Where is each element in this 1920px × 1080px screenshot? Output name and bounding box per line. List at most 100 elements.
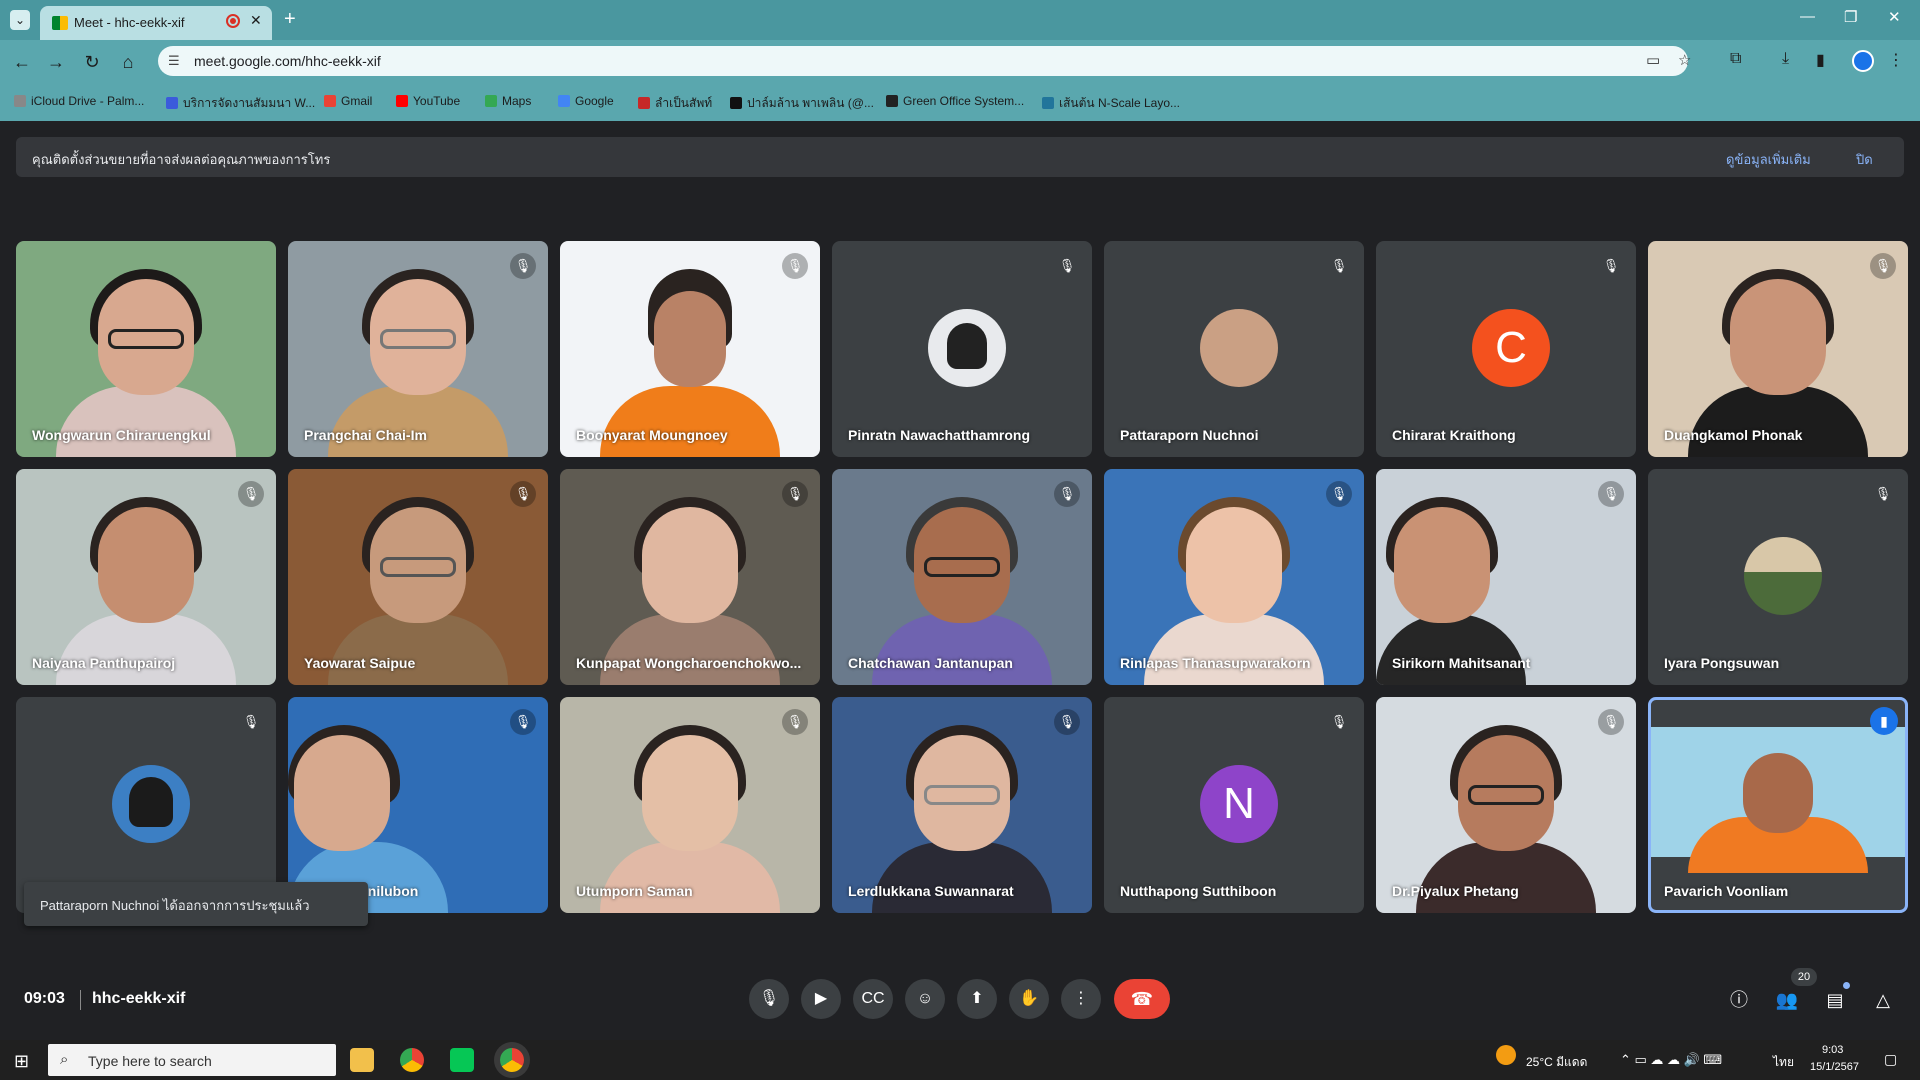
video-body: [328, 614, 508, 685]
tab-meet[interactable]: Meet - hhc-eekk-xif ✕: [40, 6, 272, 40]
participant-tile[interactable]: 🎙 Chatchawan Jantanupan: [832, 469, 1092, 685]
speaking-indicator-icon: ▮: [1870, 707, 1898, 735]
activities-icon[interactable]: △: [1869, 986, 1897, 1014]
side-panel-icon[interactable]: ▮: [1816, 50, 1825, 70]
participant-name: Nutthapong Sutthiboon: [1120, 883, 1277, 899]
participant-tile[interactable]: 🎙 Utumporn Saman: [560, 697, 820, 913]
bookmark-item[interactable]: iCloud Drive - Palm...: [14, 94, 144, 108]
more-options-button[interactable]: ⋮: [1061, 979, 1101, 1019]
notification-icon[interactable]: ▢: [1884, 1051, 1897, 1068]
tab-search-button[interactable]: ⌄: [10, 10, 30, 30]
bookmark-item[interactable]: ลำเป็นสัพท์: [638, 94, 712, 113]
reload-button[interactable]: ↻: [80, 50, 104, 74]
participant-tile[interactable]: 🎙 Pattaraporn Nuchnoi: [1104, 241, 1364, 457]
participant-name: Utumporn Saman: [576, 883, 693, 899]
bookmark-item[interactable]: YouTube: [396, 94, 460, 108]
participant-name: Prangchai Chai-Im: [304, 427, 427, 443]
bookmark-item[interactable]: Gmail: [324, 94, 372, 108]
meeting-info-icon[interactable]: ⓘ: [1725, 986, 1753, 1014]
bookmark-item[interactable]: Google: [558, 94, 614, 108]
tab-close-icon[interactable]: ✕: [250, 12, 262, 29]
camera-in-use-icon[interactable]: ▭: [1646, 51, 1660, 69]
participant-count-badge: 20: [1791, 968, 1817, 986]
bookmark-item[interactable]: บริการจัดงานสัมมนา W...: [166, 94, 315, 113]
emoji-reaction-button[interactable]: ☺: [905, 979, 945, 1019]
forward-button[interactable]: →: [44, 50, 68, 74]
profile-avatar[interactable]: [1852, 50, 1874, 72]
clock-time[interactable]: 9:03: [1822, 1044, 1843, 1056]
chrome-icon[interactable]: [400, 1048, 424, 1072]
clock-date[interactable]: 15/1/2567: [1810, 1061, 1859, 1073]
menu-kebab-icon[interactable]: ⋮: [1888, 50, 1904, 70]
mic-off-icon: 🎙: [1054, 709, 1080, 735]
participant-tile[interactable]: 🎙 Iyara Pongsuwan: [1648, 469, 1908, 685]
participant-tile[interactable]: 🎙 Naiyana Panthupairoj: [16, 469, 276, 685]
participant-tile[interactable]: 🎙 Kunpapat Wongcharoenchokwo...: [560, 469, 820, 685]
video-body: [1144, 614, 1324, 685]
banner-learn-more-link[interactable]: ดูข้อมูลเพิ่มเติม: [1726, 149, 1811, 170]
site-info-icon[interactable]: ☰: [168, 53, 180, 69]
banner-close-link[interactable]: ปิด: [1856, 149, 1873, 170]
chat-icon[interactable]: ▤: [1821, 986, 1849, 1014]
file-explorer-icon[interactable]: [350, 1048, 374, 1072]
minimize-button[interactable]: —: [1800, 8, 1815, 25]
tray-icons[interactable]: ⌃ ▭ ☁ ☁ 🔊 ⌨: [1620, 1052, 1722, 1068]
participant-tile[interactable]: 🎙 Pinratn Nawachatthamrong: [832, 241, 1092, 457]
captions-button[interactable]: CC: [853, 979, 893, 1019]
bookmark-item[interactable]: เส้นต้น N-Scale Layo...: [1042, 94, 1180, 113]
participant-tile[interactable]: 🎙 Duangkamol Phonak: [1648, 241, 1908, 457]
participant-tile[interactable]: 🎙 Boonyarat Moungnoey: [560, 241, 820, 457]
back-button[interactable]: ←: [10, 50, 34, 74]
line-app-icon[interactable]: [450, 1048, 474, 1072]
home-button[interactable]: ⌂: [116, 50, 140, 74]
weather-text[interactable]: 25°C มีแดด: [1526, 1053, 1587, 1072]
extensions-icon[interactable]: ⧉: [1730, 50, 1741, 68]
chrome-active-icon[interactable]: [500, 1048, 524, 1072]
bookmark-star-icon[interactable]: ☆: [1678, 51, 1691, 69]
video-face: [642, 735, 738, 851]
participant-tile[interactable]: 🎙 Rinlapas Thanasupwarakorn: [1104, 469, 1364, 685]
close-window-button[interactable]: ✕: [1888, 8, 1901, 26]
taskbar-search-box[interactable]: ⌕ Type here to search: [48, 1044, 336, 1076]
participant-tile[interactable]: 🎙 Prangchai Chai-Im: [288, 241, 548, 457]
participant-name: Pattaraporn Nuchnoi: [1120, 427, 1259, 443]
address-bar[interactable]: ☰ meet.google.com/hhc-eekk-xif ▭ ☆: [158, 46, 1691, 76]
participant-tile[interactable]: N 🎙 Nutthapong Sutthiboon: [1104, 697, 1364, 913]
participant-tile[interactable]: 🎙 Dr.Piyalux Phetang: [1376, 697, 1636, 913]
participant-tile[interactable]: 🎙 Sirikorn Mahitsanant: [1376, 469, 1636, 685]
video-face: [98, 507, 194, 623]
microphone-button[interactable]: 🎙: [749, 979, 789, 1019]
restore-button[interactable]: ❐: [1844, 8, 1857, 26]
participant-tile[interactable]: 🎙: [16, 697, 276, 913]
participant-tile[interactable]: 🎙 Yaowarat Saipue: [288, 469, 548, 685]
bookmark-item[interactable]: Green Office System...: [886, 94, 1024, 108]
participant-tile[interactable]: 🎙 ...arapornnilubon: [288, 697, 548, 913]
taskbar-search-placeholder: Type here to search: [88, 1053, 212, 1069]
windows-start-icon[interactable]: ⊞: [14, 1051, 29, 1072]
end-call-button[interactable]: ☎: [1114, 979, 1170, 1019]
bookmark-item[interactable]: Maps: [485, 94, 531, 108]
present-screen-button[interactable]: ⬆: [957, 979, 997, 1019]
participant-tile[interactable]: 🎙 Lerdlukkana Suwannarat: [832, 697, 1092, 913]
meet-favicon-icon: [52, 16, 68, 30]
people-icon[interactable]: 👥: [1773, 986, 1801, 1014]
camera-button[interactable]: ▶: [801, 979, 841, 1019]
raise-hand-button[interactable]: ✋: [1009, 979, 1049, 1019]
bookmark-item[interactable]: ปาล์มล้าน พาเพลิน (@...: [730, 94, 874, 113]
mic-off-icon: 🎙: [782, 481, 808, 507]
participant-tile[interactable]: C 🎙 Chirarat Kraithong: [1376, 241, 1636, 457]
participant-name: Kunpapat Wongcharoenchokwo...: [576, 655, 802, 671]
video-body: [1688, 386, 1868, 457]
participant-tile-active[interactable]: ▮ Pavarich Voonliam: [1648, 697, 1908, 913]
video-face: [1730, 279, 1826, 395]
download-icon[interactable]: ⤓: [1782, 50, 1789, 68]
participant-name: Chatchawan Jantanupan: [848, 655, 1013, 671]
video-body: [1376, 614, 1526, 685]
mic-off-icon: 🎙: [782, 709, 808, 735]
video-face: [1394, 507, 1490, 623]
video-face: [654, 291, 726, 387]
chat-unread-dot: [1843, 982, 1850, 989]
new-tab-button[interactable]: +: [284, 8, 296, 31]
input-language[interactable]: ไทย: [1773, 1053, 1794, 1072]
participant-tile[interactable]: Wongwarun Chiraruengkul: [16, 241, 276, 457]
